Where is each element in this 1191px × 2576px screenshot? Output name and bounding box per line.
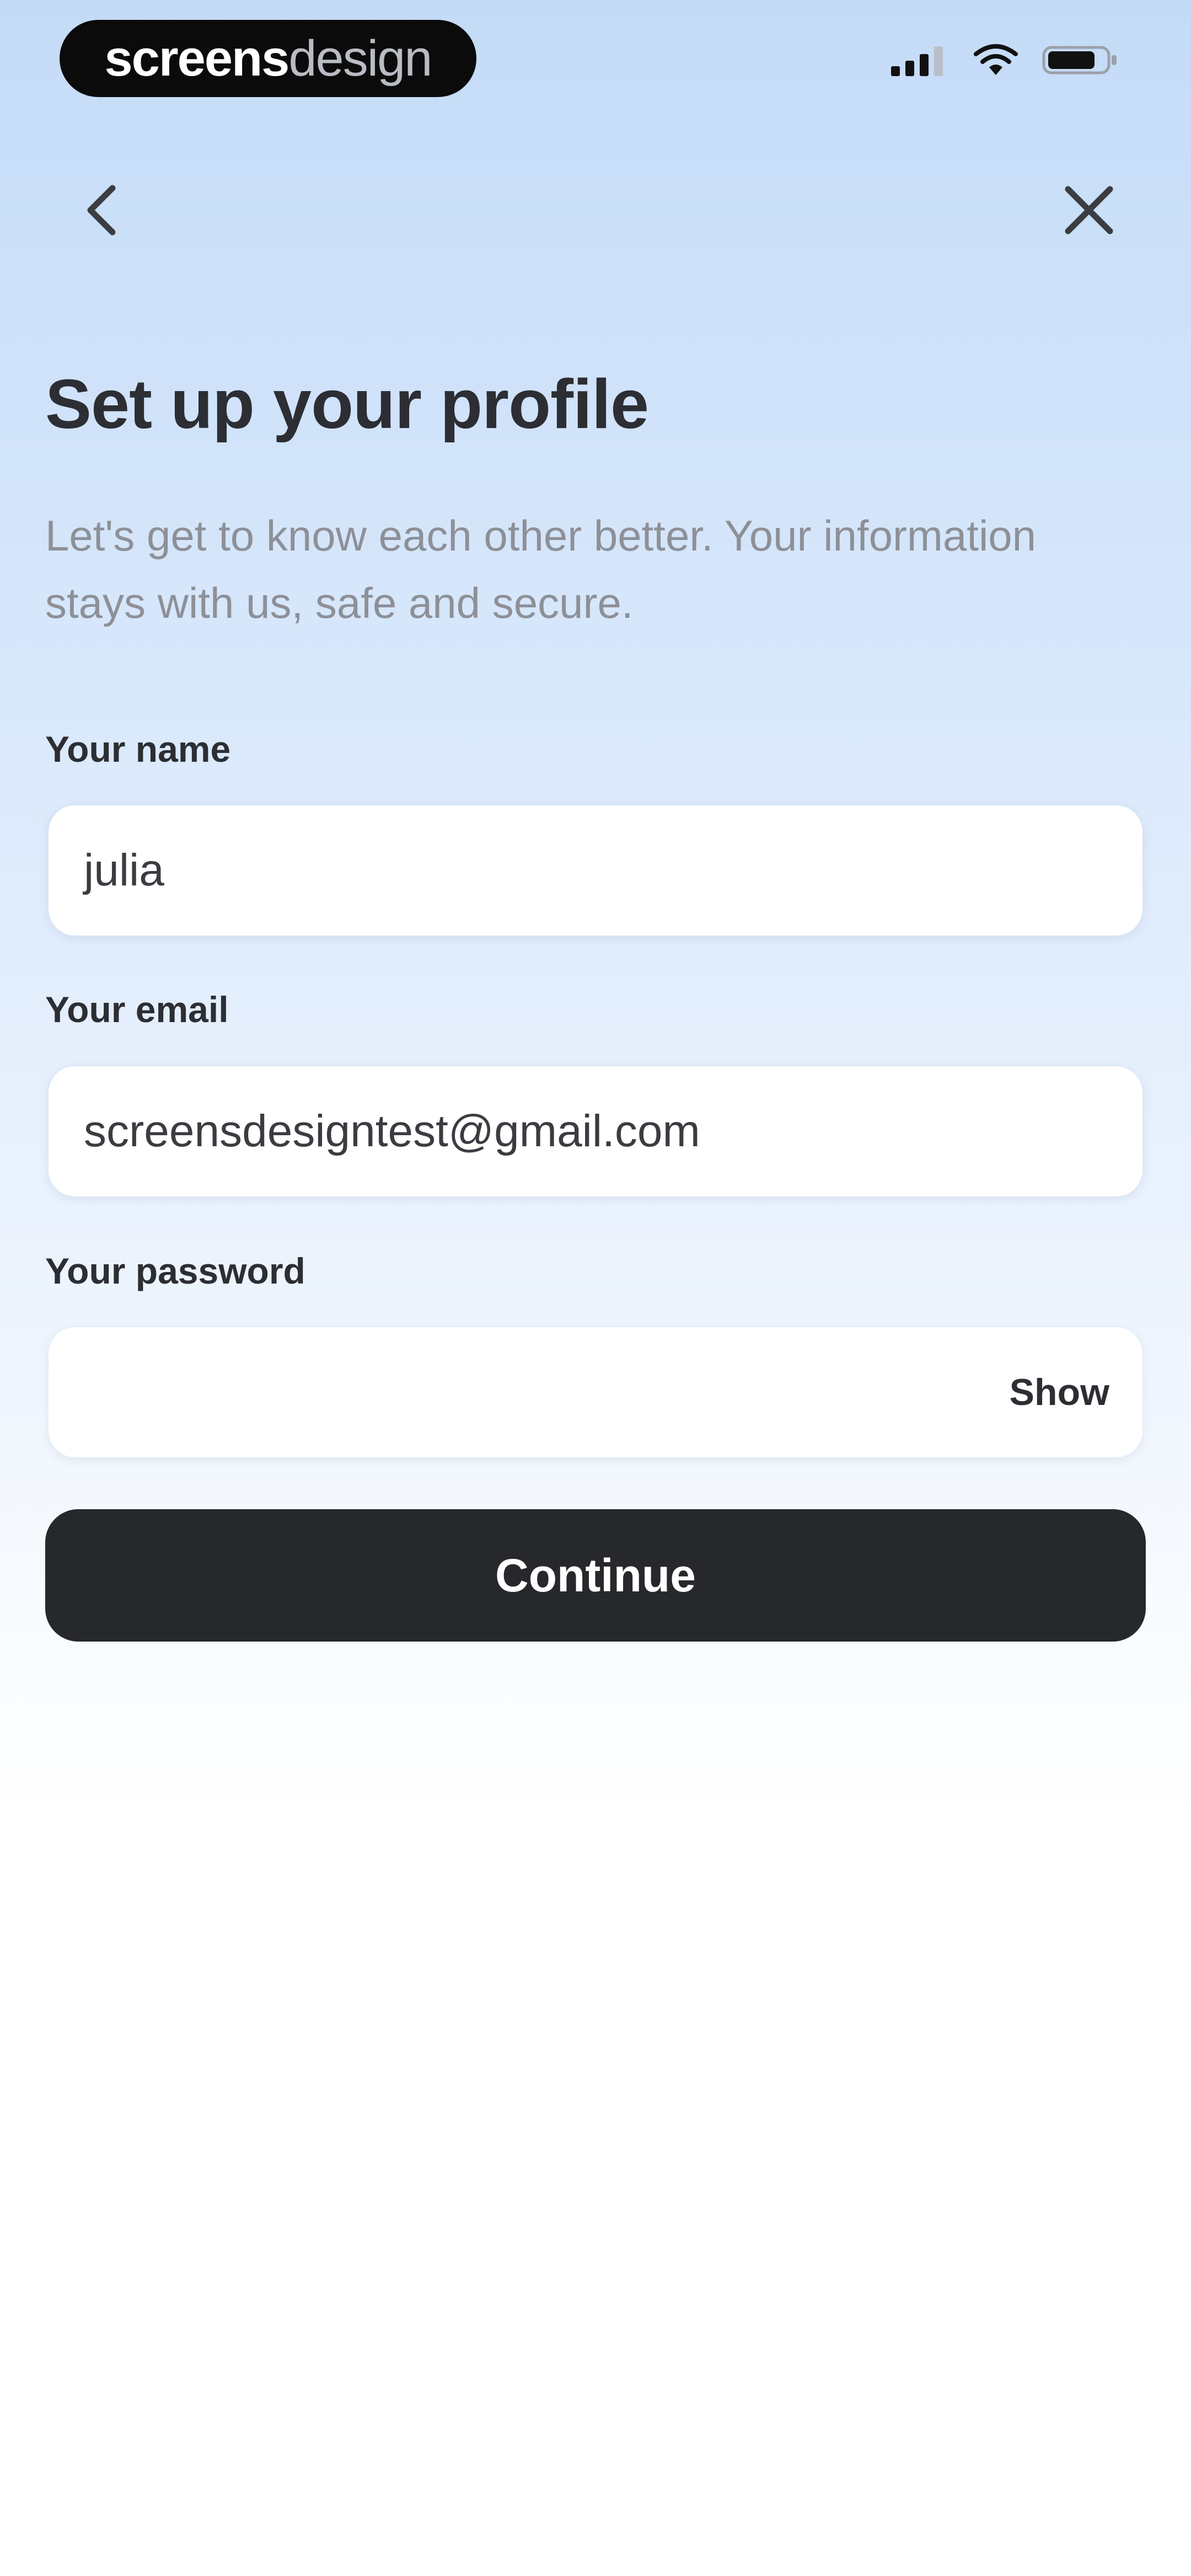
status-icons [889, 43, 1119, 77]
password-field[interactable]: Show [49, 1327, 1142, 1457]
name-label: Your name [45, 729, 231, 769]
wifi-icon [974, 44, 1018, 75]
profile-setup-screen: screensdesign Set up your profile Let's … [0, 0, 1191, 2576]
email-field[interactable]: screensdesigntest@gmail.com [49, 1066, 1142, 1196]
battery-icon [1042, 46, 1117, 74]
brand-badge: screensdesign [60, 20, 476, 97]
name-field[interactable]: julia [49, 805, 1142, 936]
email-value: screensdesigntest@gmail.com [84, 1106, 700, 1156]
brand-logo-light: design [288, 30, 432, 87]
name-value: julia [84, 845, 164, 895]
back-button[interactable] [66, 174, 138, 246]
email-label: Your email [45, 989, 229, 1030]
page-title: Set up your profile [45, 365, 649, 443]
close-button[interactable] [1053, 174, 1125, 246]
show-password-toggle[interactable]: Show [1010, 1371, 1109, 1414]
password-label: Your password [45, 1250, 305, 1291]
continue-button[interactable]: Continue [45, 1509, 1146, 1642]
brand-logo: screensdesign [104, 30, 433, 87]
brand-logo-strong: screens [104, 30, 290, 87]
chevron-left-icon [87, 185, 116, 236]
signal-icon [891, 46, 943, 76]
page-subtitle: Let's get to know each other better. You… [45, 511, 1037, 627]
close-icon [1065, 186, 1113, 234]
